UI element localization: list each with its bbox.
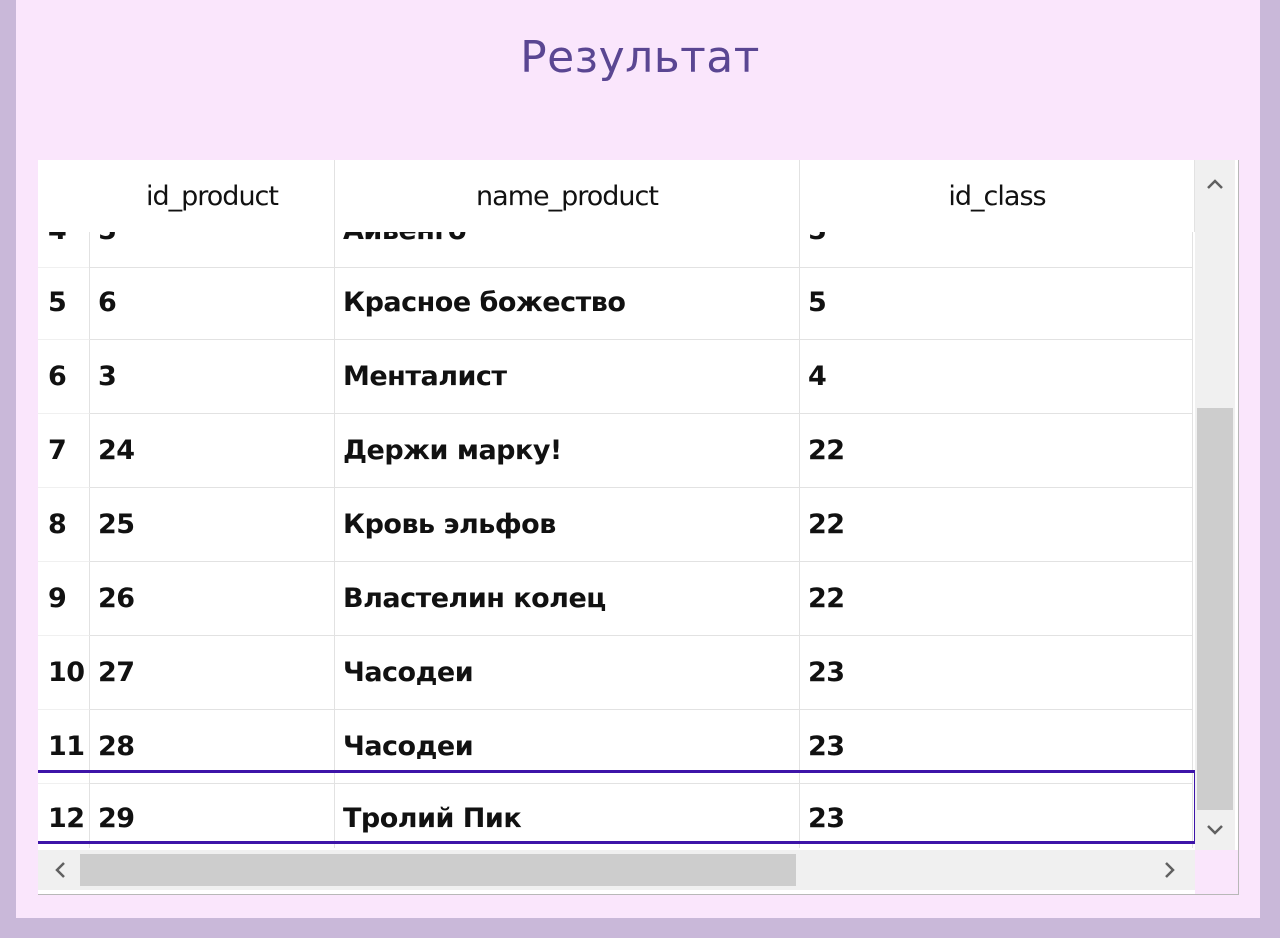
table-row[interactable]: 5 6 Красное божество 5 <box>38 266 1193 340</box>
chevron-down-icon[interactable] <box>1195 812 1235 848</box>
cell-id-product[interactable]: 29 <box>90 782 335 848</box>
table-row[interactable]: 8 25 Кровь эльфов 22 <box>38 488 1193 562</box>
cell-id-class[interactable]: 23 <box>800 636 1193 710</box>
cell-id-class[interactable]: 5 <box>800 232 1193 268</box>
cell-name-product[interactable]: Менталист <box>335 340 800 414</box>
chevron-right-icon[interactable] <box>1150 852 1190 888</box>
table-row[interactable]: 7 24 Держи марку! 22 <box>38 414 1193 488</box>
cell-id-product[interactable]: 27 <box>90 636 335 710</box>
cell-id-product[interactable]: 28 <box>90 710 335 784</box>
horizontal-scrollbar[interactable] <box>38 850 1195 890</box>
cell-id-product[interactable]: 6 <box>90 266 335 340</box>
row-header[interactable]: 12 <box>38 782 90 848</box>
cell-id-product[interactable]: 25 <box>90 488 335 562</box>
cell-name-product[interactable]: Айвенго <box>335 232 800 268</box>
cell-id-class[interactable]: 22 <box>800 562 1193 636</box>
column-header-id-class[interactable]: id_class <box>800 160 1195 232</box>
results-table[interactable]: 4 5 Айвенго 5 5 6 Красное божество 5 6 3… <box>38 160 1239 895</box>
cell-id-class[interactable]: 23 <box>800 710 1193 784</box>
table-row-selected[interactable]: 12 29 Тролий Пик 23 <box>38 782 1193 848</box>
vertical-scrollbar[interactable] <box>1195 160 1235 850</box>
row-header[interactable]: 7 <box>38 414 90 488</box>
horizontal-scroll-thumb[interactable] <box>80 854 796 886</box>
cell-name-product[interactable]: Кровь эльфов <box>335 488 800 562</box>
cell-id-class[interactable]: 23 <box>800 782 1193 848</box>
page-title: Результат <box>520 32 760 83</box>
scrollbar-corner <box>1195 850 1238 894</box>
cell-id-class[interactable]: 22 <box>800 414 1193 488</box>
chevron-left-icon[interactable] <box>40 852 80 888</box>
row-header[interactable]: 8 <box>38 488 90 562</box>
table-body[interactable]: 4 5 Айвенго 5 5 6 Красное божество 5 6 3… <box>38 232 1193 848</box>
cell-id-class[interactable]: 4 <box>800 340 1193 414</box>
table-row[interactable]: 10 27 Часодеи 23 <box>38 636 1193 710</box>
row-header[interactable]: 5 <box>38 266 90 340</box>
cell-name-product[interactable]: Тролий Пик <box>335 782 800 848</box>
table-row[interactable]: 4 5 Айвенго 5 <box>38 232 1193 268</box>
cell-name-product[interactable]: Часодеи <box>335 636 800 710</box>
column-header-id-product[interactable]: id_product <box>90 160 335 232</box>
vertical-scroll-thumb[interactable] <box>1197 408 1233 810</box>
row-header[interactable]: 4 <box>38 232 90 268</box>
table-row[interactable]: 6 3 Менталист 4 <box>38 340 1193 414</box>
cell-id-product[interactable]: 26 <box>90 562 335 636</box>
cell-name-product[interactable]: Держи марку! <box>335 414 800 488</box>
row-header[interactable]: 6 <box>38 340 90 414</box>
cell-id-product[interactable]: 3 <box>90 340 335 414</box>
cell-id-class[interactable]: 22 <box>800 488 1193 562</box>
table-row[interactable]: 11 28 Часодеи 23 <box>38 710 1193 784</box>
cell-id-class[interactable]: 5 <box>800 266 1193 340</box>
table-row[interactable]: 9 26 Властелин колец 22 <box>38 562 1193 636</box>
cell-id-product[interactable]: 24 <box>90 414 335 488</box>
row-header[interactable]: 9 <box>38 562 90 636</box>
cell-name-product[interactable]: Красное божество <box>335 266 800 340</box>
column-header-name-product[interactable]: name_product <box>335 160 800 232</box>
row-header[interactable]: 10 <box>38 636 90 710</box>
cell-name-product[interactable]: Властелин колец <box>335 562 800 636</box>
chevron-up-icon[interactable] <box>1195 166 1235 202</box>
cell-name-product[interactable]: Часодеи <box>335 710 800 784</box>
header-corner <box>38 160 91 232</box>
row-header[interactable]: 11 <box>38 710 90 784</box>
cell-id-product[interactable]: 5 <box>90 232 335 268</box>
